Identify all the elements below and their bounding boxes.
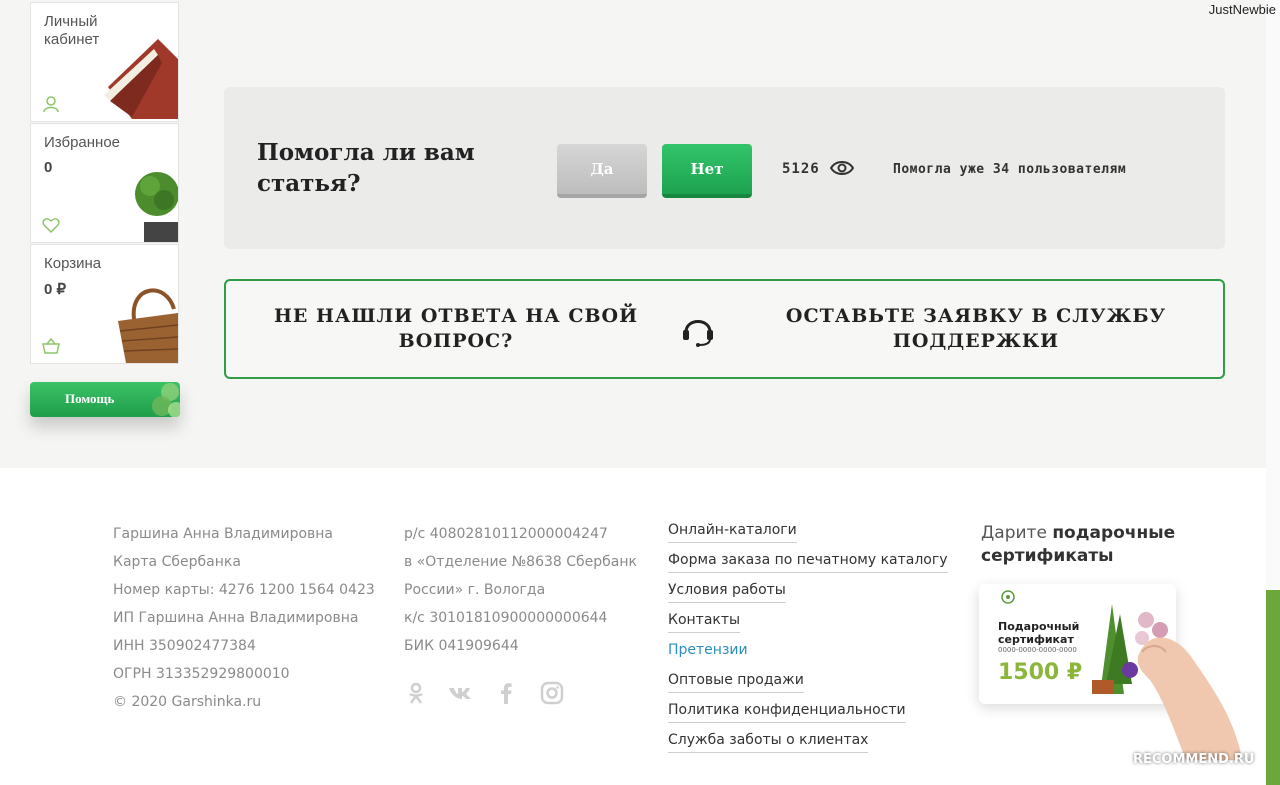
user-icon [43,96,59,113]
correspondent-account: к/с 30101810900000000644 [404,610,608,626]
scroll-accent [1266,590,1280,785]
support-question: НЕ НАШЛИ ОТВЕТА НА СВОЙ ВОПРОС? [273,305,639,352]
favorites-label: Избранное [44,134,121,151]
gift-card-title: Подарочный сертификат [998,620,1080,646]
support-banner[interactable]: НЕ НАШЛИ ОТВЕТА НА СВОЙ ВОПРОС? ОСТАВЬТЕ… [224,279,1225,379]
username: JustNewbie [1208,2,1276,17]
link-terms[interactable]: Условия работы [668,581,786,603]
favorites-count: 0 [44,159,53,176]
hand-image [1137,637,1242,760]
no-button[interactable]: Нет [662,144,752,198]
gift-title: Дарите подарочные сертификаты [981,522,1231,568]
bank-account: р/с 40802810112000004247 [404,526,608,542]
footer-links: Онлайн-каталоги Форма заказа по печатном… [668,521,948,761]
cart-label: Корзина [44,255,102,272]
link-online-catalogs[interactable]: Онлайн-каталоги [668,521,797,543]
views-count: 5126 [782,161,820,177]
ip-name: ИП Гаршина Анна Владимировна [113,610,359,626]
link-privacy-policy[interactable]: Политика конфиденциальности [668,701,906,723]
cart-card[interactable]: Корзина 0 ₽ [30,244,179,364]
gift-card-number: 0000-0000-0000-0000 [998,646,1077,654]
link-order-form[interactable]: Форма заказа по печатному каталогу [668,551,948,573]
notebook-image [104,39,178,119]
headset-icon[interactable] [680,312,716,348]
cart-value: 0 ₽ [44,281,67,298]
feedback-question: Помогла ли вам статья? [257,139,475,197]
watermark: RECOMMEND.RU [1133,752,1255,767]
favorites-card[interactable]: Избранное 0 [30,123,179,243]
gift-card-price: 1500 ₽ [998,660,1083,685]
gift-title-plain: Дарите [981,523,1053,543]
odnoklassniki-icon[interactable] [404,681,428,705]
help-button[interactable]: Помощь [30,382,180,417]
ogrn: ОГРН 313352929800010 [113,666,290,682]
card-number: Номер карты: 4276 1200 1564 0423 [113,582,375,598]
link-wholesale[interactable]: Оптовые продажи [668,671,804,693]
link-customer-care[interactable]: Служба заботы о клиентах [668,731,869,753]
facebook-icon[interactable] [494,681,518,705]
leaves-decoration [152,383,180,417]
copyright: © 2020 Garshinka.ru [113,694,262,710]
footer-company-info: Гаршина Анна Владимировна Карта Сбербанк… [113,525,375,721]
inn: ИНН 350902477384 [113,638,256,654]
brand-logo-icon [1001,590,1015,604]
helped-count-text: Помогла уже 34 пользователям [893,162,1127,177]
basket-icon [42,337,60,354]
bank-branch: в «Отделение №8638 Сбербанк [404,554,637,570]
vk-icon[interactable] [448,681,472,705]
eye-icon [830,161,854,175]
basket-image [118,288,178,363]
instagram-icon[interactable] [540,681,564,705]
help-button-label: Помощь [65,391,115,406]
link-contacts[interactable]: Контакты [668,611,741,633]
card-bank: Карта Сбербанка [113,554,241,570]
yes-button[interactable]: Да [557,144,647,198]
plant-image [135,172,178,242]
link-claims[interactable]: Претензии [668,641,748,663]
company-name: Гаршина Анна Владимировна [113,526,334,542]
account-card[interactable]: Личный кабинет [30,2,179,122]
bik: БИК 041909644 [404,638,519,654]
bank-city: России» г. Вологда [404,582,546,598]
feedback-panel: Помогла ли вам статья? Да Нет 5126 Помог… [224,87,1225,249]
support-request-link[interactable]: ОСТАВЬТЕ ЗАЯВКУ В СЛУЖБУ ПОДДЕРЖКИ [776,304,1176,354]
footer-bank-info: р/с 40802810112000004247 в «Отделение №8… [404,525,637,665]
heart-icon [42,218,60,234]
